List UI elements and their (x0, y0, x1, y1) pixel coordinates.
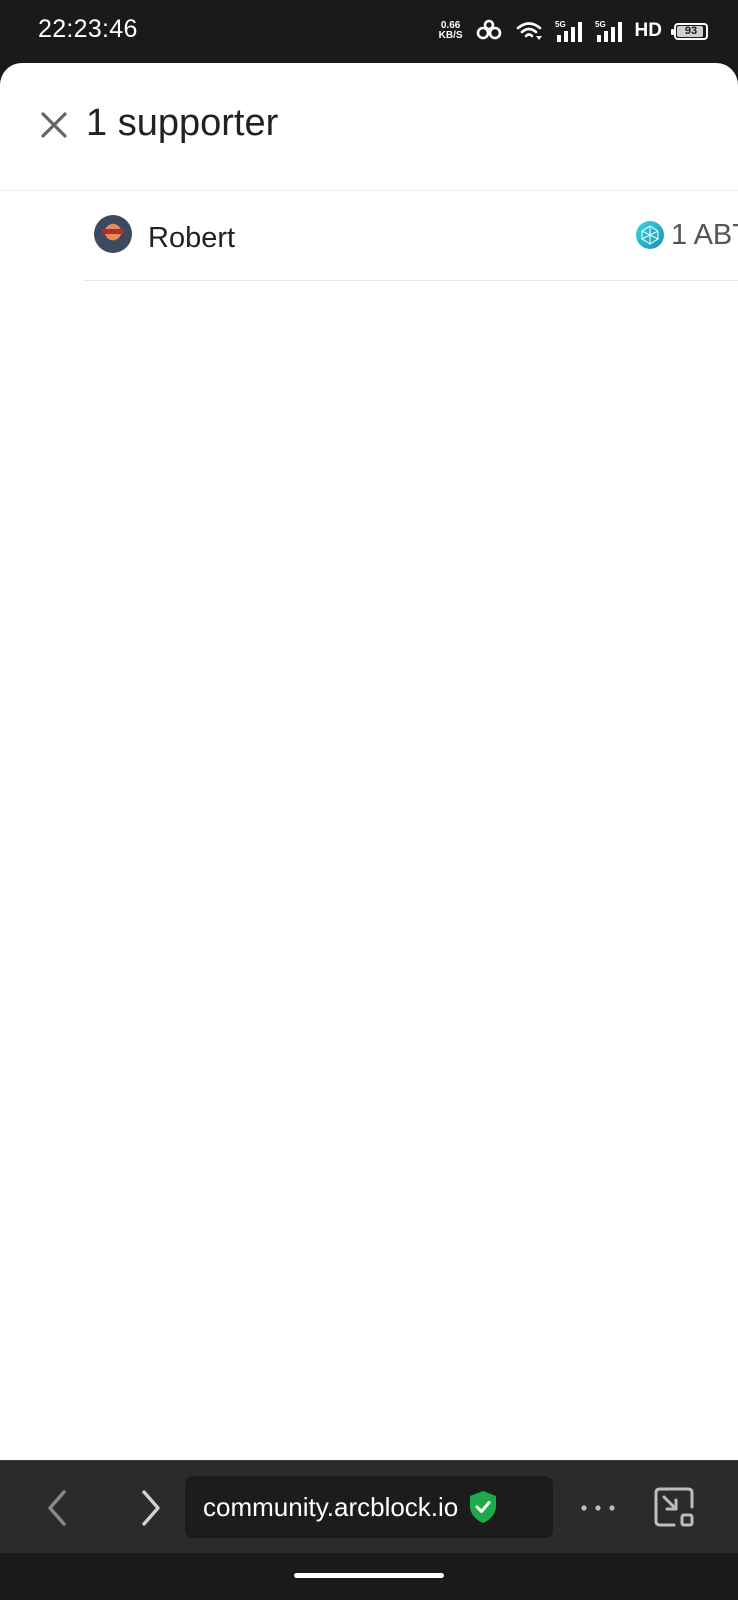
back-button[interactable] (38, 1488, 78, 1528)
svg-text:5G: 5G (555, 20, 566, 29)
close-icon (41, 112, 67, 138)
network-speed: 0.66 KB/S (439, 21, 463, 41)
forward-button[interactable] (130, 1488, 170, 1528)
status-icons: 0.66 KB/S 5G 5G HD 93 (439, 16, 708, 46)
close-button[interactable] (36, 107, 72, 143)
minimize-window-icon (654, 1487, 694, 1527)
abt-token-icon (636, 221, 664, 249)
hd-indicator: HD (634, 20, 662, 41)
address-bar[interactable]: community.arcblock.io (185, 1476, 553, 1538)
support-amount-text: 1 ABT (671, 218, 738, 251)
wifi-icon (515, 19, 543, 43)
svg-text:5G: 5G (595, 20, 606, 29)
support-amount: 1 ABT (635, 218, 738, 252)
gesture-bar (0, 1553, 738, 1600)
battery-icon: 93 (671, 22, 708, 40)
chevron-right-icon (142, 1490, 160, 1526)
supporters-sheet: 1 supporter Robert 1 ABT (0, 63, 738, 1460)
shield-check-icon (470, 1491, 497, 1523)
signal-icon: 5G (555, 19, 583, 43)
home-indicator[interactable] (294, 1573, 444, 1578)
minimize-window-button[interactable] (652, 1485, 696, 1529)
status-bar: 22:23:46 0.66 KB/S 5G 5G HD 93 (0, 0, 738, 64)
battery-level: 93 (684, 25, 698, 37)
more-button[interactable] (578, 1488, 618, 1528)
chevron-left-icon (48, 1490, 66, 1526)
browser-toolbar: community.arcblock.io (0, 1460, 738, 1554)
sheet-title: 1 supporter (86, 102, 279, 144)
network-speed-unit: KB/S (438, 30, 463, 41)
url-text: community.arcblock.io (203, 1491, 459, 1522)
signal-icon: 5G (595, 19, 623, 43)
status-time: 22:23:46 (38, 15, 138, 43)
sheet-header: 1 supporter (0, 63, 738, 191)
user-avatar[interactable] (94, 215, 132, 253)
hotspot-icon (475, 19, 503, 43)
more-dots-icon (581, 1505, 615, 1511)
supporter-row[interactable]: Robert 1 ABT (84, 191, 738, 281)
supporter-name[interactable]: Robert (148, 222, 235, 255)
